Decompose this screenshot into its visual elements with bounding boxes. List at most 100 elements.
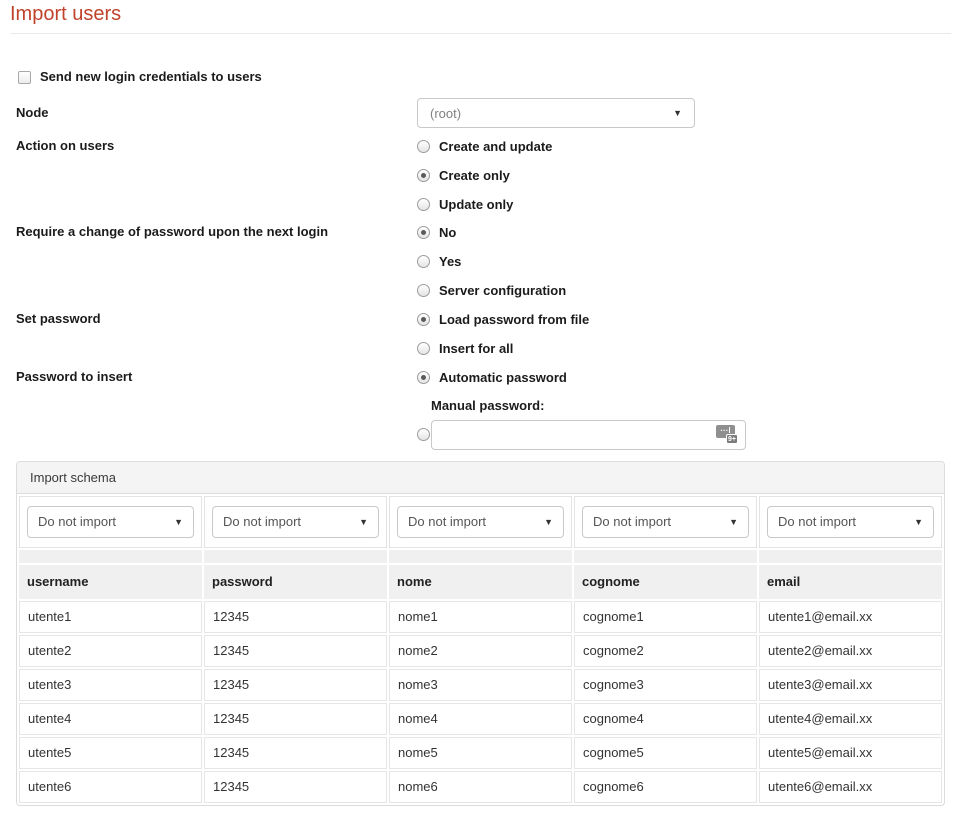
table-cell: nome6 — [389, 771, 572, 803]
table-cell: utente3 — [19, 669, 202, 701]
table-cell: nome1 — [389, 601, 572, 633]
set-password-label: Set password — [16, 311, 406, 327]
radio-button[interactable] — [417, 371, 430, 384]
radio-label: Create and update — [439, 139, 552, 155]
table-cell: cognome5 — [574, 737, 757, 769]
table-cell: utente3@email.xx — [759, 669, 942, 701]
table-cell: utente6 — [19, 771, 202, 803]
radio-update-only[interactable]: Update only — [417, 190, 552, 219]
column-mapping-select-4[interactable]: Do not import ▼ — [582, 506, 749, 538]
require-change-label: Require a change of password upon the ne… — [16, 224, 406, 240]
chevron-down-icon: ▼ — [914, 514, 923, 530]
table-cell: cognome1 — [574, 601, 757, 633]
table-cell: 12345 — [204, 601, 387, 633]
manual-password-input[interactable] — [431, 420, 746, 450]
table-cell: utente2 — [19, 635, 202, 667]
radio-button[interactable] — [417, 140, 430, 153]
chevron-down-icon: ▼ — [673, 108, 682, 118]
send-credentials-option[interactable]: Send new login credentials to users — [18, 69, 262, 85]
column-header: cognome — [574, 565, 757, 599]
password-count-badge: 9+ — [726, 434, 738, 444]
table-cell: cognome2 — [574, 635, 757, 667]
require-change-radio-group: No Yes Server configuration — [417, 218, 566, 305]
import-schema-panel: Import schema Do not import ▼ Do not imp… — [16, 461, 945, 806]
password-to-insert-radio-group: Automatic password — [417, 363, 567, 392]
title-divider — [10, 33, 951, 34]
column-mapping-select-5[interactable]: Do not import ▼ — [767, 506, 934, 538]
table-cell: utente4@email.xx — [759, 703, 942, 735]
table-cell: utente1@email.xx — [759, 601, 942, 633]
table-cell: cognome6 — [574, 771, 757, 803]
node-select[interactable]: (root) ▼ — [417, 98, 695, 128]
column-mapping-select-1[interactable]: Do not import ▼ — [27, 506, 194, 538]
table-cell: utente6@email.xx — [759, 771, 942, 803]
column-header: password — [204, 565, 387, 599]
node-label: Node — [16, 105, 406, 121]
password-autofill-icon[interactable]: ···ǀ 9+ — [716, 425, 738, 444]
column-mapping-select-2[interactable]: Do not import ▼ — [212, 506, 379, 538]
chevron-down-icon: ▼ — [174, 514, 183, 530]
radio-label: No — [439, 225, 456, 241]
table-cell: utente2@email.xx — [759, 635, 942, 667]
table-cell: 12345 — [204, 771, 387, 803]
radio-create-and-update[interactable]: Create and update — [417, 132, 552, 161]
radio-label: Yes — [439, 254, 461, 270]
send-credentials-checkbox[interactable] — [18, 71, 31, 84]
table-cell: cognome3 — [574, 669, 757, 701]
table-cell: utente4 — [19, 703, 202, 735]
column-header: email — [759, 565, 942, 599]
radio-button[interactable] — [417, 313, 430, 326]
radio-button[interactable] — [417, 226, 430, 239]
select-value: Do not import — [593, 514, 671, 530]
table-cell: utente1 — [19, 601, 202, 633]
radio-button[interactable] — [417, 342, 430, 355]
radio-no[interactable]: No — [417, 218, 566, 247]
import-schema-title: Import schema — [17, 462, 944, 494]
table-row: utente4 12345 nome4 cognome4 utente4@ema… — [19, 703, 942, 735]
radio-yes[interactable]: Yes — [417, 247, 566, 276]
table-cell: utente5@email.xx — [759, 737, 942, 769]
table-row: utente1 12345 nome1 cognome1 utente1@ema… — [19, 601, 942, 633]
table-cell: 12345 — [204, 669, 387, 701]
table-cell: nome2 — [389, 635, 572, 667]
select-value: Do not import — [223, 514, 301, 530]
select-value: Do not import — [778, 514, 856, 530]
table-cell: nome3 — [389, 669, 572, 701]
column-header: nome — [389, 565, 572, 599]
table-cell: 12345 — [204, 703, 387, 735]
radio-button[interactable] — [417, 255, 430, 268]
radio-label: Create only — [439, 168, 510, 184]
radio-label: Load password from file — [439, 312, 589, 328]
radio-button[interactable] — [417, 284, 430, 297]
table-cell: 12345 — [204, 635, 387, 667]
select-value: Do not import — [38, 514, 116, 530]
radio-button[interactable] — [417, 198, 430, 211]
radio-manual-password[interactable] — [417, 428, 430, 441]
node-select-value: (root) — [430, 106, 461, 121]
column-header: username — [19, 565, 202, 599]
send-credentials-label: Send new login credentials to users — [40, 69, 262, 85]
chevron-down-icon: ▼ — [359, 514, 368, 530]
manual-password-field-wrap: ···ǀ 9+ — [431, 420, 746, 450]
column-mapping-select-3[interactable]: Do not import ▼ — [397, 506, 564, 538]
radio-label: Automatic password — [439, 370, 567, 386]
radio-load-password-from-file[interactable]: Load password from file — [417, 305, 589, 334]
radio-label: Insert for all — [439, 341, 513, 357]
set-password-radio-group: Load password from file Insert for all — [417, 305, 589, 363]
radio-server-configuration[interactable]: Server configuration — [417, 276, 566, 305]
radio-create-only[interactable]: Create only — [417, 161, 552, 190]
table-row: utente5 12345 nome5 cognome5 utente5@ema… — [19, 737, 942, 769]
import-schema-table: Do not import ▼ Do not import ▼ Do not i… — [17, 494, 944, 805]
radio-button[interactable] — [417, 169, 430, 182]
table-row: utente6 12345 nome6 cognome6 utente6@ema… — [19, 771, 942, 803]
table-cell: 12345 — [204, 737, 387, 769]
radio-insert-for-all[interactable]: Insert for all — [417, 334, 589, 363]
radio-label: Update only — [439, 197, 513, 213]
table-row: utente2 12345 nome2 cognome2 utente2@ema… — [19, 635, 942, 667]
table-cell: nome5 — [389, 737, 572, 769]
radio-automatic-password[interactable]: Automatic password — [417, 363, 567, 392]
page-title: Import users — [10, 3, 121, 26]
radio-label: Server configuration — [439, 283, 566, 299]
spacer-row — [19, 550, 942, 563]
column-mapping-row: Do not import ▼ Do not import ▼ Do not i… — [19, 496, 942, 548]
